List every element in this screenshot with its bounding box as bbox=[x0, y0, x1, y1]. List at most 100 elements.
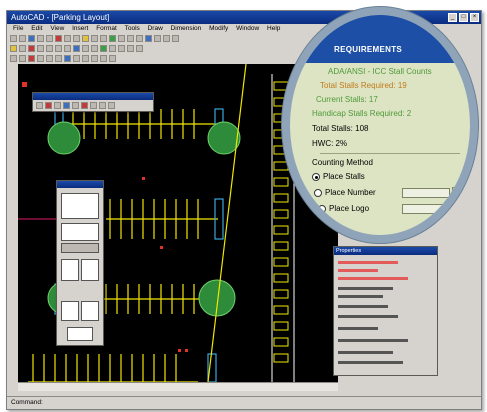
menu-window[interactable]: Window bbox=[236, 25, 259, 32]
help-icon[interactable] bbox=[172, 35, 179, 42]
line-icon[interactable] bbox=[109, 45, 116, 52]
arc-icon[interactable] bbox=[136, 45, 143, 52]
preview-icon[interactable] bbox=[46, 35, 53, 42]
match-properties-icon[interactable] bbox=[82, 35, 89, 42]
option-place-stalls[interactable]: Place Stalls bbox=[323, 172, 365, 181]
array-icon[interactable] bbox=[109, 55, 116, 62]
open-icon[interactable] bbox=[19, 35, 26, 42]
tool-row-icon[interactable] bbox=[54, 102, 61, 109]
draw-toolbar bbox=[9, 54, 309, 63]
properties-icon[interactable] bbox=[145, 35, 152, 42]
zoom-window-icon[interactable] bbox=[127, 35, 134, 42]
option-place-number[interactable]: Place Number bbox=[325, 188, 376, 197]
palette-option-a[interactable] bbox=[61, 259, 79, 281]
menu-tools[interactable]: Tools bbox=[125, 25, 140, 32]
new-icon[interactable] bbox=[10, 35, 17, 42]
requirement-line-3: Current Stalls: 17 bbox=[316, 95, 378, 104]
menu-insert[interactable]: Insert bbox=[72, 25, 88, 32]
tool-palettes-icon[interactable] bbox=[163, 35, 170, 42]
properties-panel[interactable]: Properties bbox=[333, 246, 438, 376]
floating-toolbar-titlebar[interactable] bbox=[33, 93, 153, 100]
palette-apply-button[interactable] bbox=[67, 327, 93, 341]
tool-island-icon[interactable] bbox=[63, 102, 70, 109]
horizontal-scrollbar[interactable] bbox=[18, 382, 338, 391]
rotate-icon[interactable] bbox=[64, 55, 71, 62]
panel-row bbox=[338, 295, 383, 298]
menu-view[interactable]: View bbox=[50, 25, 64, 32]
radio-place-logo[interactable] bbox=[318, 205, 326, 213]
palette-option-d[interactable] bbox=[81, 301, 99, 321]
option-place-logo[interactable]: Place Logo bbox=[329, 204, 369, 213]
logo-input[interactable] bbox=[402, 204, 450, 214]
tool-count-icon[interactable] bbox=[90, 102, 97, 109]
palette-option-b[interactable] bbox=[81, 259, 99, 281]
cut-icon[interactable] bbox=[55, 35, 62, 42]
design-center-icon[interactable] bbox=[154, 35, 161, 42]
tool-stall-icon[interactable] bbox=[45, 102, 52, 109]
undo-icon[interactable] bbox=[91, 35, 98, 42]
tool-tree-icon[interactable] bbox=[72, 102, 79, 109]
block-icon[interactable] bbox=[28, 55, 35, 62]
text-style-icon[interactable] bbox=[91, 45, 98, 52]
layout-palette[interactable] bbox=[56, 180, 104, 346]
lineweight-icon[interactable] bbox=[64, 45, 71, 52]
palette-stall-swatch[interactable] bbox=[61, 223, 99, 241]
panel-row bbox=[338, 305, 388, 308]
offset-icon[interactable] bbox=[100, 55, 107, 62]
circle-icon[interactable] bbox=[127, 45, 134, 52]
layout-palette-titlebar[interactable] bbox=[57, 181, 103, 188]
layer-state-icon[interactable] bbox=[19, 45, 26, 52]
copy-icon[interactable] bbox=[64, 35, 71, 42]
close-button[interactable]: × bbox=[470, 13, 479, 22]
stall-row-bottom bbox=[28, 354, 198, 382]
move-icon[interactable] bbox=[55, 55, 62, 62]
menu-file[interactable]: File bbox=[13, 25, 23, 32]
paste-icon[interactable] bbox=[73, 35, 80, 42]
zoom-previous-icon[interactable] bbox=[136, 35, 143, 42]
layer-manager-icon[interactable] bbox=[10, 45, 17, 52]
tool-sign-icon[interactable] bbox=[81, 102, 88, 109]
menu-dimension[interactable]: Dimension bbox=[171, 25, 202, 32]
pan-icon[interactable] bbox=[109, 35, 116, 42]
palette-dropdown[interactable] bbox=[61, 243, 99, 253]
dim-style-icon[interactable] bbox=[82, 45, 89, 52]
number-input[interactable] bbox=[402, 188, 450, 198]
zoom-icon[interactable] bbox=[118, 35, 125, 42]
linetype-icon[interactable] bbox=[55, 45, 62, 52]
menu-format[interactable]: Format bbox=[96, 25, 117, 32]
menu-draw[interactable]: Draw bbox=[148, 25, 163, 32]
tool-logo-icon[interactable] bbox=[108, 102, 115, 109]
print-icon[interactable] bbox=[37, 35, 44, 42]
tool-select-icon[interactable] bbox=[36, 102, 43, 109]
redo-icon[interactable] bbox=[100, 35, 107, 42]
panel-row bbox=[338, 287, 393, 290]
insert-icon[interactable] bbox=[37, 55, 44, 62]
extend-icon[interactable] bbox=[91, 55, 98, 62]
properties-panel-title: Properties bbox=[334, 247, 437, 255]
palette-option-c[interactable] bbox=[61, 301, 79, 321]
drawing-markers bbox=[22, 82, 188, 352]
radio-place-number[interactable] bbox=[314, 189, 322, 197]
floating-toolbar[interactable] bbox=[32, 92, 154, 112]
drive-aisle-line bbox=[207, 64, 247, 382]
scale-icon[interactable] bbox=[73, 55, 80, 62]
hatch-icon[interactable] bbox=[19, 55, 26, 62]
requirements-magnifier: REQUIREMENTS ADA/ANSI - ICC Stall Counts… bbox=[282, 7, 478, 243]
layer-color-icon[interactable] bbox=[28, 45, 35, 52]
save-icon[interactable] bbox=[28, 35, 35, 42]
menu-edit[interactable]: Edit bbox=[31, 25, 42, 32]
color-control-icon[interactable] bbox=[46, 45, 53, 52]
polyline-icon[interactable] bbox=[118, 45, 125, 52]
layer-prev-icon[interactable] bbox=[37, 45, 44, 52]
menu-modify[interactable]: Modify bbox=[209, 25, 228, 32]
mtext-icon[interactable] bbox=[46, 55, 53, 62]
radio-place-stalls[interactable] bbox=[312, 173, 320, 181]
plot-style-icon[interactable] bbox=[73, 45, 80, 52]
rectangle-icon[interactable] bbox=[10, 55, 17, 62]
trim-icon[interactable] bbox=[82, 55, 89, 62]
requirement-line-5: Total Stalls: 108 bbox=[312, 124, 369, 133]
requirements-header bbox=[290, 15, 470, 63]
menu-help[interactable]: Help bbox=[267, 25, 280, 32]
tool-number-icon[interactable] bbox=[99, 102, 106, 109]
table-style-icon[interactable] bbox=[100, 45, 107, 52]
